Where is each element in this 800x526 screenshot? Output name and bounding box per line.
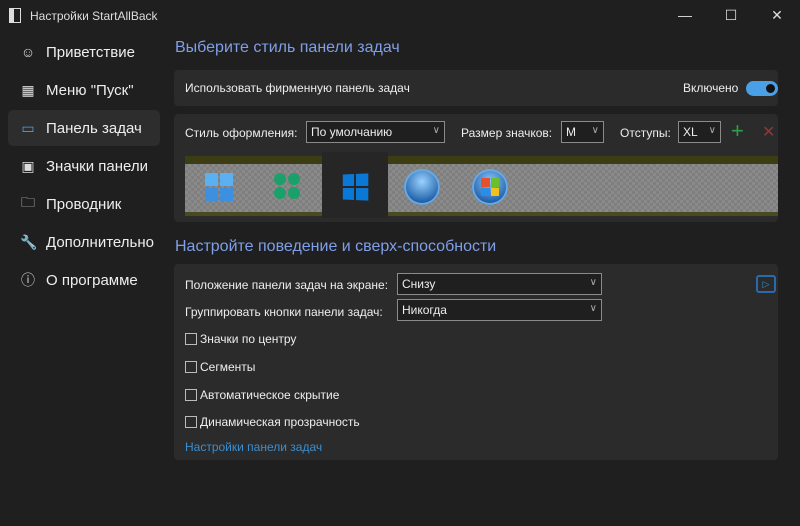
minimize-button[interactable]: — <box>662 0 708 30</box>
chevron-down-icon: ∨ <box>591 125 599 136</box>
sidebar-item-start-menu[interactable]: ▦ Меню "Пуск" <box>8 72 160 108</box>
checkbox-label: Динамическая прозрачность <box>200 415 360 429</box>
sidebar-item-label: Приветствие <box>46 43 135 61</box>
clover-style-icon[interactable] <box>274 173 300 199</box>
icon-size-select[interactable]: M ∨ <box>561 121 604 143</box>
checkbox-center-icons[interactable]: Значки по центру <box>185 332 296 346</box>
checkbox[interactable] <box>185 389 197 401</box>
branded-taskbar-toggle[interactable] <box>746 81 778 96</box>
section-heading-behavior: Настройте поведение и сверх-способности <box>175 238 497 255</box>
sidebar-item-welcome[interactable]: ☺ Приветствие <box>8 34 160 70</box>
taskbar-settings-link[interactable]: Настройки панели задач <box>185 440 322 454</box>
sidebar-item-about[interactable]: ⓘ О программе <box>8 262 160 298</box>
icon-size-value: M <box>566 125 576 139</box>
window-title: Настройки StartAllBack <box>30 9 158 23</box>
checkbox-segments[interactable]: Сегменты <box>185 360 255 374</box>
section-heading-style: Выберите стиль панели задач <box>175 39 400 56</box>
icon-size-label: Размер значков: <box>461 126 553 140</box>
style-select[interactable]: По умолчанию ∨ <box>306 121 445 143</box>
win7-orb-icon[interactable] <box>404 169 440 205</box>
padding-label: Отступы: <box>620 126 671 140</box>
checkbox-label: Автоматическое скрытие <box>200 388 340 402</box>
checkbox[interactable] <box>185 333 197 345</box>
maximize-button[interactable]: ☐ <box>708 0 754 30</box>
chevron-down-icon: ∨ <box>589 303 597 314</box>
group-value: Никогда <box>402 303 447 317</box>
tray-icon: ▣ <box>21 157 35 174</box>
remove-button[interactable]: ✕ <box>762 122 775 142</box>
position-value: Снизу <box>402 277 436 291</box>
sidebar-item-advanced[interactable]: 🔧 Дополнительно <box>8 224 160 260</box>
sidebar-item-label: Проводник <box>46 195 122 213</box>
chevron-down-icon: ∨ <box>589 277 597 288</box>
sidebar-item-label: Меню "Пуск" <box>46 81 134 99</box>
group-label: Группировать кнопки панели задач: <box>185 305 383 319</box>
taskbar-icon: ▭ <box>21 119 35 136</box>
chevron-down-icon: ∨ <box>432 125 440 136</box>
toggle-state-label: Включено <box>683 81 739 95</box>
checkbox-label: Значки по центру <box>200 332 297 346</box>
checkbox-autohide[interactable]: Автоматическое скрытие <box>185 388 339 402</box>
win10-style-icon[interactable] <box>342 173 369 201</box>
sidebar-item-label: О программе <box>46 271 138 289</box>
branded-taskbar-label: Использовать фирменную панель задач <box>185 81 410 95</box>
wrench-icon: 🔧 <box>20 233 38 250</box>
checkbox[interactable] <box>185 361 197 373</box>
position-label: Положение панели задач на экране: <box>185 278 389 292</box>
smile-icon: ☺ <box>20 44 36 60</box>
start-menu-icon: ▦ <box>21 81 35 98</box>
position-select[interactable]: Снизу ∨ <box>397 273 602 295</box>
style-label: Стиль оформления: <box>185 126 298 140</box>
sidebar-item-taskbar[interactable]: ▭ Панель задач <box>8 110 160 146</box>
sidebar-item-label: Дополнительно <box>46 233 154 251</box>
close-button[interactable]: ✕ <box>754 0 800 30</box>
checkbox[interactable] <box>185 416 197 428</box>
sidebar-item-explorer[interactable]: 🗀 Проводник <box>8 186 160 222</box>
title-bar: Настройки StartAllBack — ☐ ✕ <box>0 0 800 32</box>
play-demo-icon[interactable]: ▷ <box>756 275 776 293</box>
sidebar-item-label: Значки панели <box>46 157 149 175</box>
padding-select[interactable]: XL ∨ <box>678 121 721 143</box>
info-icon: ⓘ <box>21 272 35 288</box>
group-select[interactable]: Никогда ∨ <box>397 299 602 321</box>
folder-icon: 🗀 <box>21 194 35 210</box>
checkbox-label: Сегменты <box>200 360 256 374</box>
app-icon <box>9 8 21 23</box>
add-button[interactable]: + <box>731 119 744 143</box>
chevron-down-icon: ∨ <box>708 125 716 136</box>
vista-orb-icon[interactable] <box>472 169 508 205</box>
padding-value: XL <box>683 125 698 139</box>
style-value: По умолчанию <box>311 125 393 139</box>
win11-style-icon[interactable] <box>205 173 233 201</box>
sidebar-item-label: Панель задач <box>46 119 142 137</box>
checkbox-dynamic-transparency[interactable]: Динамическая прозрачность <box>185 415 360 429</box>
sidebar-item-tray-icons[interactable]: ▣ Значки панели <box>8 148 160 184</box>
